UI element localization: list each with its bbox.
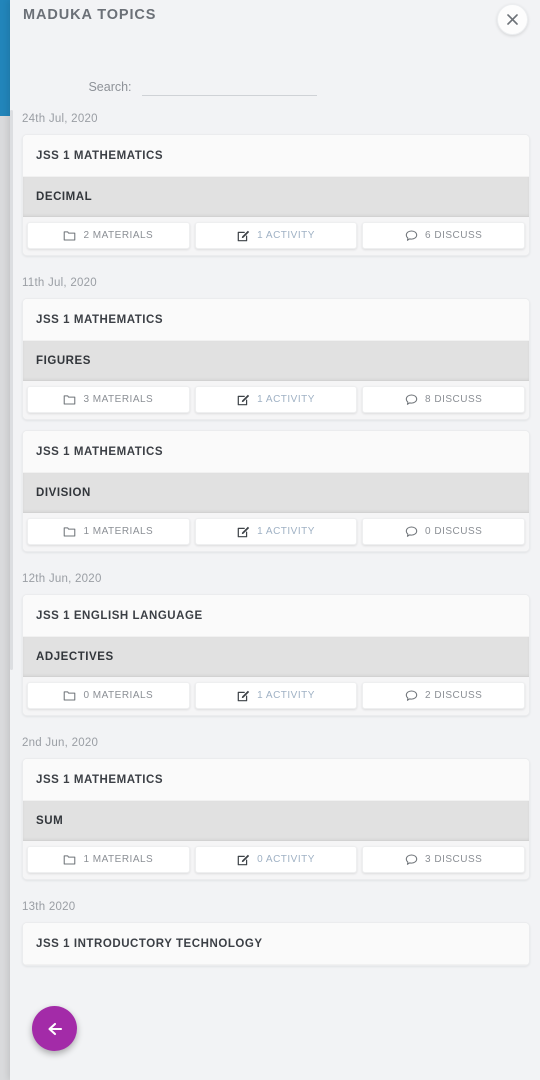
topic-card[interactable]: JSS 1 MATHEMATICS DIVISION 1 MATERIALS 1 AC…: [22, 430, 530, 552]
activity-button[interactable]: 1 ACTIVITY: [194, 386, 358, 413]
activity-button[interactable]: 1 ACTIVITY: [194, 518, 358, 545]
edit-square-icon: [237, 689, 250, 702]
activity-label: 1 ACTIVITY: [257, 690, 315, 701]
card-topic[interactable]: DIVISION: [23, 473, 529, 513]
topic-card[interactable]: JSS 1 ENGLISH LANGUAGE ADJECTIVES 0 MATERI…: [22, 594, 530, 716]
materials-button[interactable]: 2 MATERIALS: [27, 222, 190, 249]
modal-header: MADUKA TOPICS: [10, 0, 540, 62]
comment-icon: [405, 393, 418, 406]
edit-square-icon: [237, 229, 250, 242]
topics-modal: MADUKA TOPICS Search: 24th Jul, 2020 JSS …: [10, 0, 540, 1080]
card-subject: JSS 1 MATHEMATICS: [23, 431, 529, 473]
close-button[interactable]: [497, 4, 528, 35]
card-actions: 2 MATERIALS 1 ACTIVITY 6 DISCUSS: [23, 217, 529, 255]
activity-label: 1 ACTIVITY: [257, 230, 315, 241]
search-row: Search:: [10, 62, 540, 102]
card-topic[interactable]: SUM: [23, 801, 529, 841]
materials-button[interactable]: 3 MATERIALS: [27, 386, 190, 413]
materials-button[interactable]: 0 MATERIALS: [27, 682, 190, 709]
discuss-label: 3 DISCUSS: [425, 854, 483, 865]
scrollbar-thumb[interactable]: [10, 110, 13, 670]
folder-icon: [63, 393, 76, 406]
folder-icon: [63, 853, 76, 866]
topics-scroll-area[interactable]: 24th Jul, 2020 JSS 1 MATHEMATICS DECIMAL 2 …: [10, 102, 540, 1080]
back-fab-button[interactable]: [32, 1006, 77, 1051]
comment-icon: [405, 853, 418, 866]
activity-label: 1 ACTIVITY: [257, 526, 315, 537]
activity-button[interactable]: 1 ACTIVITY: [194, 682, 358, 709]
group-date-label: 12th Jun, 2020: [22, 573, 102, 585]
folder-icon: [63, 689, 76, 702]
activity-button[interactable]: 0 ACTIVITY: [194, 846, 358, 873]
activity-button[interactable]: 1 ACTIVITY: [194, 222, 358, 249]
comment-icon: [405, 229, 418, 242]
card-subject: JSS 1 MATHEMATICS: [23, 299, 529, 341]
card-topic[interactable]: ADJECTIVES: [23, 637, 529, 677]
group-date-label: 13th 2020: [22, 901, 76, 913]
card-topic[interactable]: DECIMAL: [23, 177, 529, 217]
materials-label: 1 MATERIALS: [83, 854, 154, 865]
card-actions: 0 MATERIALS 1 ACTIVITY 2 DISCUSS: [23, 677, 529, 715]
discuss-label: 8 DISCUSS: [425, 394, 483, 405]
activity-label: 0 ACTIVITY: [257, 854, 315, 865]
materials-label: 0 MATERIALS: [83, 690, 154, 701]
page-title: MADUKA TOPICS: [23, 7, 157, 23]
comment-icon: [405, 525, 418, 538]
card-topic[interactable]: FIGURES: [23, 341, 529, 381]
search-input[interactable]: [141, 79, 317, 96]
comment-icon: [405, 689, 418, 702]
discuss-button[interactable]: 0 DISCUSS: [362, 518, 526, 545]
card-subject: JSS 1 INTRODUCTORY TECHNOLOGY: [23, 923, 529, 965]
topic-groups: 24th Jul, 2020 JSS 1 MATHEMATICS DECIMAL 2 …: [10, 102, 540, 966]
close-icon: [507, 14, 518, 25]
topic-card[interactable]: JSS 1 MATHEMATICS DECIMAL 2 MATERIALS 1 ACT…: [22, 134, 530, 256]
discuss-label: 0 DISCUSS: [425, 526, 483, 537]
card-actions: 1 MATERIALS 1 ACTIVITY 0 DISCUSS: [23, 513, 529, 551]
topic-card[interactable]: JSS 1 MATHEMATICS SUM 1 MATERIALS 0 ACTIVIT…: [22, 758, 530, 880]
discuss-label: 6 DISCUSS: [425, 230, 483, 241]
folder-icon: [63, 229, 76, 242]
edit-square-icon: [237, 853, 250, 866]
topic-card[interactable]: JSS 1 INTRODUCTORY TECHNOLOGY: [22, 922, 530, 966]
discuss-button[interactable]: 8 DISCUSS: [362, 386, 526, 413]
topics-modal-screen: MADUKA TOPICS Search: 24th Jul, 2020 JSS …: [0, 0, 540, 1080]
search-label: Search:: [88, 79, 132, 94]
arrow-left-icon: [44, 1018, 66, 1040]
activity-label: 1 ACTIVITY: [257, 394, 315, 405]
group-date-label: 2nd Jun, 2020: [22, 737, 99, 749]
folder-icon: [63, 525, 76, 538]
card-actions: 3 MATERIALS 1 ACTIVITY 8 DISCUSS: [23, 381, 529, 419]
group-date-label: 24th Jul, 2020: [22, 113, 98, 125]
discuss-button[interactable]: 3 DISCUSS: [362, 846, 526, 873]
group-date-label: 11th Jul, 2020: [22, 277, 97, 289]
card-subject: JSS 1 MATHEMATICS: [23, 135, 529, 177]
discuss-button[interactable]: 2 DISCUSS: [362, 682, 526, 709]
materials-label: 3 MATERIALS: [83, 394, 154, 405]
discuss-button[interactable]: 6 DISCUSS: [362, 222, 526, 249]
card-actions: 1 MATERIALS 0 ACTIVITY 3 DISCUSS: [23, 841, 529, 879]
card-subject: JSS 1 MATHEMATICS: [23, 759, 529, 801]
materials-label: 2 MATERIALS: [83, 230, 154, 241]
materials-button[interactable]: 1 MATERIALS: [27, 518, 190, 545]
materials-label: 1 MATERIALS: [83, 526, 154, 537]
discuss-label: 2 DISCUSS: [425, 690, 483, 701]
edit-square-icon: [237, 393, 250, 406]
materials-button[interactable]: 1 MATERIALS: [27, 846, 190, 873]
topic-card[interactable]: JSS 1 MATHEMATICS FIGURES 3 MATERIALS 1 ACT…: [22, 298, 530, 420]
card-subject: JSS 1 ENGLISH LANGUAGE: [23, 595, 529, 637]
edit-square-icon: [237, 525, 250, 538]
